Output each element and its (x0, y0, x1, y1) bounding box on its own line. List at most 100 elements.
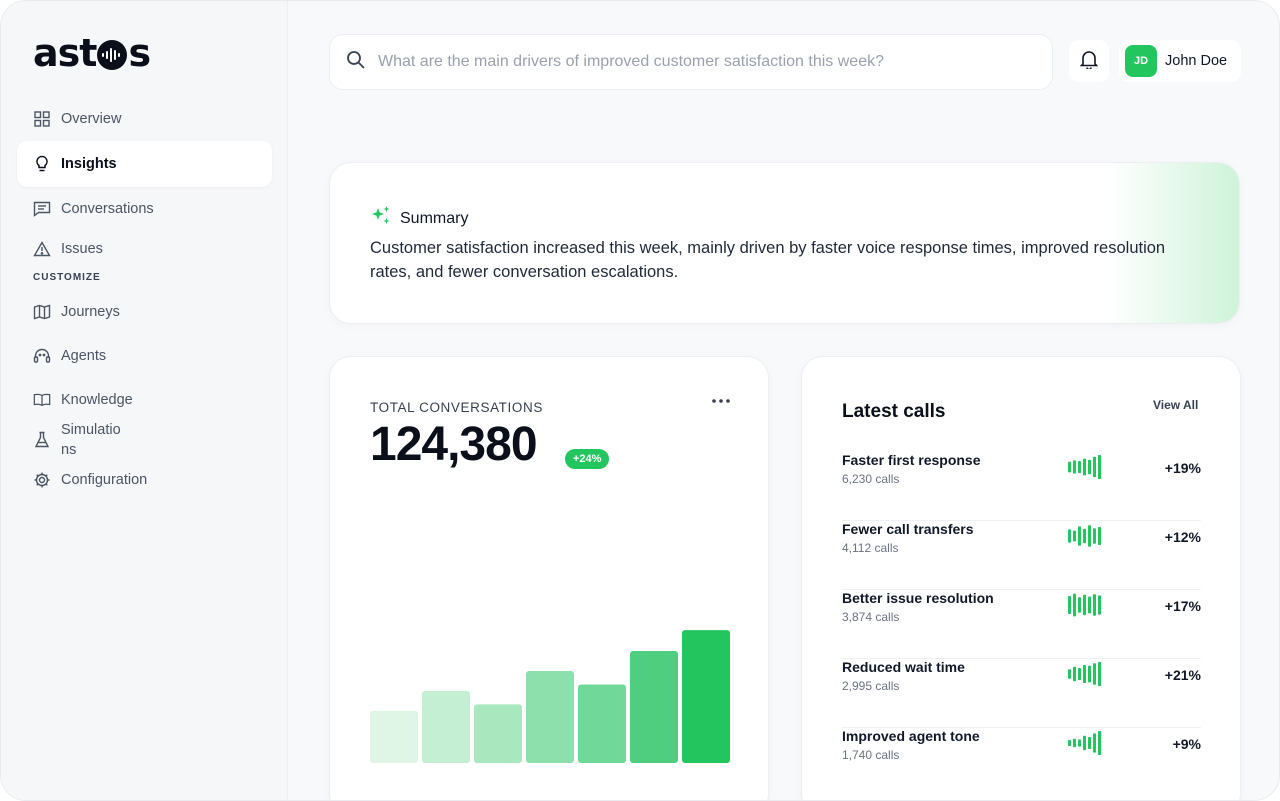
sparkline-bar (1068, 529, 1071, 543)
call-name: Fewer call transfers (842, 521, 974, 537)
sparkline-bar (1083, 458, 1086, 476)
logo-text-suffix: s (128, 31, 151, 75)
call-sparkline (1068, 593, 1101, 617)
search-icon (346, 50, 366, 75)
change-badge: +24% (565, 449, 610, 469)
warning-icon (33, 240, 51, 258)
avatar: JD (1125, 45, 1157, 77)
app-logo[interactable]: ast s (33, 29, 151, 77)
sidebar-item-insights[interactable]: Insights (17, 141, 272, 187)
sidebar-item-label: Insights (61, 156, 117, 172)
call-row[interactable]: Faster first response 6,230 calls +19% (842, 452, 1201, 521)
call-name: Improved agent tone (842, 728, 980, 744)
sparkline-bar (1068, 596, 1071, 614)
sparkline-bar (1073, 460, 1076, 474)
sparkline-bar (1068, 669, 1071, 679)
sparkline-bar (1078, 597, 1081, 613)
sidebar-item-label: Issues (61, 241, 103, 257)
call-row[interactable]: Reduced wait time 2,995 calls +21% (842, 659, 1201, 728)
sparkline-bar (1088, 737, 1091, 749)
sidebar-item-label: Simulations (61, 422, 121, 458)
sidebar-item-conversations[interactable]: Conversations (17, 189, 272, 229)
call-row[interactable]: Improved agent tone 1,740 calls +9% (842, 728, 1201, 797)
call-row[interactable]: Better issue resolution 3,874 calls +17% (842, 590, 1201, 659)
summary-header: Summary (370, 205, 468, 232)
sparkline-bar (1088, 459, 1091, 475)
sidebar-item-knowledge[interactable]: Knowledge (17, 380, 272, 420)
latest-calls-card: Latest calls View All Faster first respo… (801, 356, 1241, 800)
chart-bar-2 (422, 690, 470, 763)
more-options-button[interactable] (710, 389, 732, 409)
sparkline-bar (1093, 528, 1096, 544)
call-sparkline (1068, 662, 1101, 686)
sparkline-bar (1098, 595, 1101, 615)
flask-icon (33, 431, 51, 449)
summary-card: Summary Customer satisfaction increased … (329, 162, 1240, 324)
call-delta: +9% (1172, 736, 1201, 752)
headset-icon (33, 347, 51, 365)
sparkline-bar (1078, 668, 1081, 680)
sidebar-item-label: Knowledge (61, 392, 133, 408)
sidebar-item-agents[interactable]: Agents (17, 336, 272, 376)
call-delta: +19% (1164, 460, 1201, 476)
search-bar[interactable] (329, 34, 1053, 90)
call-name: Faster first response (842, 452, 981, 468)
sparkline-bar (1088, 525, 1091, 547)
sidebar-item-label: Configuration (61, 472, 148, 488)
search-input[interactable] (378, 53, 1018, 71)
sparkline-bar (1088, 665, 1091, 683)
more-dots-icon (712, 390, 730, 408)
chart-bar-6 (630, 651, 678, 763)
sparkline-bar (1083, 528, 1086, 544)
call-name: Reduced wait time (842, 659, 965, 675)
lightbulb-icon (33, 155, 51, 173)
call-count: 1,740 calls (842, 748, 900, 762)
map-icon (33, 303, 51, 321)
call-sparkline (1068, 525, 1101, 547)
logo-waveform-icon (97, 40, 128, 70)
sparkline-bar (1093, 456, 1096, 478)
chat-icon (33, 200, 51, 218)
sidebar-item-simulations[interactable]: Simulations (17, 420, 137, 460)
summary-title: Summary (400, 209, 469, 227)
bell-icon (1079, 49, 1099, 74)
call-row[interactable]: Fewer call transfers 4,112 calls +12% (842, 521, 1201, 590)
call-delta: +17% (1164, 598, 1201, 614)
gear-icon (33, 471, 51, 489)
sparkline-bar (1073, 530, 1076, 542)
chart-bar-5 (578, 684, 626, 763)
total-conversations-card: TOTAL CONVERSATIONS 124,380 +24% (329, 356, 769, 800)
sidebar-item-label: Journeys (61, 304, 120, 320)
user-menu[interactable]: JD John Doe (1119, 40, 1241, 82)
sidebar-item-issues[interactable]: Issues (17, 229, 272, 269)
total-conversations-label: TOTAL CONVERSATIONS (370, 400, 543, 415)
call-count: 6,230 calls (842, 472, 900, 486)
sparkline-bar (1073, 738, 1076, 748)
sidebar-item-overview[interactable]: Overview (17, 99, 272, 139)
sparkline-bar (1068, 740, 1071, 746)
call-name: Better issue resolution (842, 590, 994, 606)
sparkline-bar (1093, 733, 1096, 753)
sidebar-item-journeys[interactable]: Journeys (17, 292, 272, 332)
total-conversations-value: 124,380 (370, 418, 538, 471)
sparkline-bar (1078, 526, 1081, 546)
sidebar-item-label: Conversations (61, 201, 154, 217)
sidebar: ast s Overview Insights Conversations Iss… (1, 1, 288, 800)
sparkline-bar (1083, 665, 1086, 683)
call-count: 4,112 calls (842, 541, 899, 555)
sparkles-icon (370, 205, 392, 232)
sparkline-bar (1093, 663, 1096, 685)
sparkline-bar (1083, 735, 1086, 751)
sparkline-bar (1078, 461, 1081, 473)
user-name: John Doe (1165, 53, 1228, 69)
sparkline-bar (1073, 593, 1076, 617)
call-delta: +12% (1164, 529, 1201, 545)
grid-icon (33, 110, 51, 128)
notifications-button[interactable] (1069, 40, 1109, 82)
call-count: 2,995 calls (842, 679, 900, 693)
sidebar-item-configuration[interactable]: Configuration (17, 460, 272, 500)
sparkline-bar (1098, 731, 1101, 755)
view-all-link[interactable]: View All (1153, 398, 1198, 412)
chart-bar-3 (474, 704, 522, 763)
chart-bar-4 (526, 670, 574, 763)
